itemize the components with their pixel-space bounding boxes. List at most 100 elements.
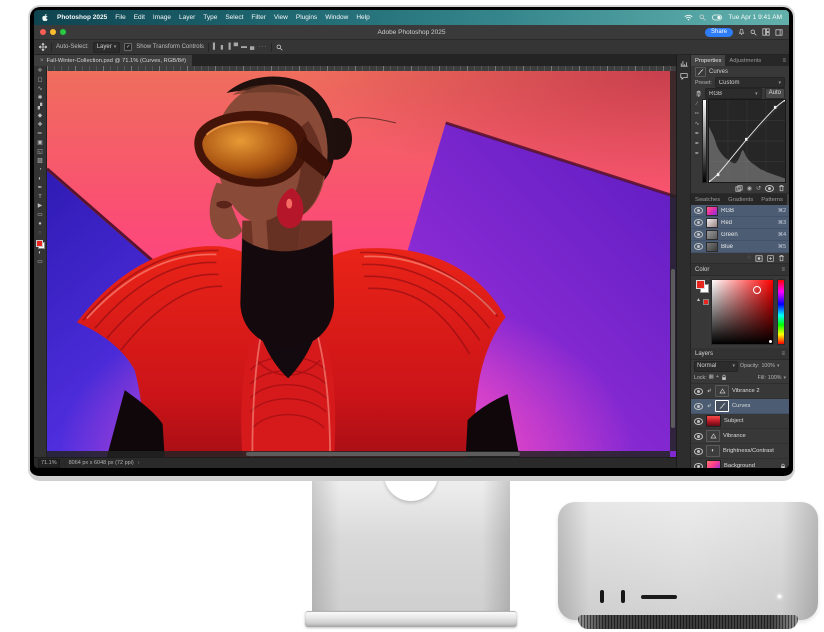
gradient-tool[interactable]: ▨ xyxy=(34,157,46,166)
path-select-tool[interactable]: ▶ xyxy=(34,202,46,211)
menu-item-photoshop-2025[interactable]: Photoshop 2025 xyxy=(57,14,107,21)
lock-position-icon[interactable]: + xyxy=(716,374,719,381)
blur-tool[interactable]: ◔ xyxy=(34,166,46,175)
preset-dropdown[interactable]: Custom▾ xyxy=(715,77,785,88)
menu-item-select[interactable]: Select xyxy=(225,14,243,21)
lock-transparency-icon[interactable]: ▦ xyxy=(709,374,714,381)
visibility-eye-icon[interactable] xyxy=(694,219,703,226)
horizontal-scrollbar[interactable] xyxy=(47,451,670,457)
visibility-eye-icon[interactable] xyxy=(694,388,703,395)
dodge-tool[interactable]: ◐ xyxy=(34,175,46,184)
menu-item-file[interactable]: File xyxy=(115,14,125,21)
visibility-eye-icon[interactable] xyxy=(694,448,703,455)
visibility-eye-icon[interactable] xyxy=(694,418,703,425)
shape-tool[interactable]: ▭ xyxy=(34,211,46,220)
tab-channels[interactable]: Channels xyxy=(787,194,789,205)
color-picker-ring[interactable] xyxy=(753,286,761,294)
eyedropper-tool[interactable]: ◆ xyxy=(34,112,46,121)
eraser-tool[interactable]: ◱ xyxy=(34,148,46,157)
alignment-buttons[interactable]: ▌▮▐▀▬▄ xyxy=(213,44,254,51)
tab-patterns[interactable]: Patterns xyxy=(757,194,787,205)
lasso-tool[interactable]: ∿ xyxy=(34,85,46,94)
foreground-swatch[interactable] xyxy=(36,240,43,247)
panel-menu-icon[interactable]: ≡ xyxy=(781,267,785,273)
tab-adjustments[interactable]: Adjustments xyxy=(725,55,765,66)
blend-mode-dropdown[interactable]: Normal▾ xyxy=(694,361,738,372)
fill-value[interactable]: 100% xyxy=(768,375,782,381)
save-selection-icon[interactable] xyxy=(755,255,763,262)
menu-item-image[interactable]: Image xyxy=(153,14,171,21)
quick-selection-tool[interactable]: ✱ xyxy=(34,94,46,103)
document-tab[interactable]: × Fall-Winter-Collection.psd @ 71.1% (Cu… xyxy=(34,55,192,66)
menu-item-view[interactable]: View xyxy=(274,14,288,21)
workspace-icon[interactable] xyxy=(762,28,770,36)
menu-item-window[interactable]: Window xyxy=(325,14,348,21)
tab-gradients[interactable]: Gradients xyxy=(724,194,757,205)
search-icon[interactable] xyxy=(750,29,757,36)
channel-row-red[interactable]: Red⌘3 xyxy=(691,217,789,229)
menu-item-edit[interactable]: Edit xyxy=(134,14,145,21)
spotlight-search-icon[interactable] xyxy=(699,14,706,21)
layer-row-vibrance[interactable]: Vibrance xyxy=(691,429,789,444)
control-center-icon[interactable] xyxy=(712,14,722,21)
channel-row-green[interactable]: Green⌘4 xyxy=(691,229,789,241)
visibility-eye-icon[interactable] xyxy=(694,463,703,469)
notifications-icon[interactable] xyxy=(738,28,745,36)
zoom-tool[interactable]: ◌ xyxy=(34,229,46,238)
channel-dropdown[interactable]: RGB▾ xyxy=(705,88,762,99)
finger-icon[interactable] xyxy=(695,90,702,97)
delete-channel-icon[interactable] xyxy=(778,254,785,262)
zoom-window-button[interactable] xyxy=(60,29,66,35)
hand-tool[interactable]: ● xyxy=(34,220,46,229)
healing-brush-tool[interactable]: ✚ xyxy=(34,121,46,130)
canvas-artwork[interactable] xyxy=(47,71,676,457)
vertical-scrollbar[interactable] xyxy=(670,71,676,451)
gamut-swatch[interactable] xyxy=(703,299,709,305)
panel-menu-icon[interactable]: ≡ xyxy=(782,58,786,64)
clone-stamp-tool[interactable]: ▣ xyxy=(34,139,46,148)
pen-tool[interactable]: ✒ xyxy=(34,184,46,193)
tab-swatches[interactable]: Swatches xyxy=(691,194,724,205)
close-tab-icon[interactable]: × xyxy=(40,58,44,64)
wifi-icon[interactable] xyxy=(684,14,693,21)
menu-item-layer[interactable]: Layer xyxy=(179,14,195,21)
layer-row-brightness-contrast[interactable]: ◐Brightness/Contrast xyxy=(691,444,789,459)
visibility-eye-icon[interactable] xyxy=(694,243,703,250)
crop-tool[interactable]: ▞ xyxy=(34,103,46,112)
vertical-scrollbar-thumb[interactable] xyxy=(671,269,675,429)
share-button[interactable]: Share xyxy=(705,28,733,37)
type-tool[interactable]: T xyxy=(34,193,46,202)
load-selection-icon[interactable]: ◌ xyxy=(747,255,751,261)
auto-select-dropdown[interactable]: Layer▾ xyxy=(93,42,121,53)
gamut-warning-icon[interactable]: ▲ xyxy=(696,297,701,303)
show-transform-checkbox[interactable]: ✓ xyxy=(124,43,132,51)
panel-menu-icon[interactable]: ≡ xyxy=(781,351,785,357)
close-window-button[interactable] xyxy=(40,29,46,35)
previous-state-icon[interactable]: ◉ xyxy=(747,185,752,192)
foreground-background-swatches[interactable] xyxy=(36,240,45,249)
brush-tool[interactable]: ✏ xyxy=(34,130,46,139)
arrange-panels-icon[interactable] xyxy=(775,29,783,36)
histogram-panel-icon[interactable] xyxy=(680,59,688,67)
move-tool[interactable]: ✛ xyxy=(34,67,46,76)
menu-bar-clock[interactable]: Tue Apr 1 9:41 AM xyxy=(728,14,782,21)
quick-mask-button[interactable]: ◐ xyxy=(34,249,46,258)
visibility-eye-icon[interactable] xyxy=(694,433,703,440)
layer-row-background[interactable]: Background xyxy=(691,459,789,468)
delete-adjustment-icon[interactable] xyxy=(778,184,785,192)
curves-tools[interactable]: ∕ ✏ ∿ ✒ ✒ ✒ xyxy=(693,99,701,183)
layer-row-vibrance-2[interactable]: Vibrance 2 xyxy=(691,384,789,399)
saturation-brightness-field[interactable] xyxy=(711,279,774,345)
zoom-level-field[interactable]: 71.1% xyxy=(38,459,60,468)
lock-all-icon[interactable] xyxy=(721,374,727,381)
visibility-eye-icon[interactable] xyxy=(694,403,703,410)
more-options-button[interactable]: ··· xyxy=(258,44,267,50)
curves-graph[interactable] xyxy=(708,99,786,183)
screen-mode-button[interactable]: ▭ xyxy=(34,258,46,267)
new-channel-icon[interactable] xyxy=(767,255,774,262)
visibility-eye-icon[interactable] xyxy=(694,207,703,214)
menu-item-type[interactable]: Type xyxy=(203,14,217,21)
layer-row-subject[interactable]: Subject xyxy=(691,414,789,429)
visibility-eye-icon[interactable] xyxy=(694,231,703,238)
foreground-color-swatch[interactable] xyxy=(696,280,705,289)
